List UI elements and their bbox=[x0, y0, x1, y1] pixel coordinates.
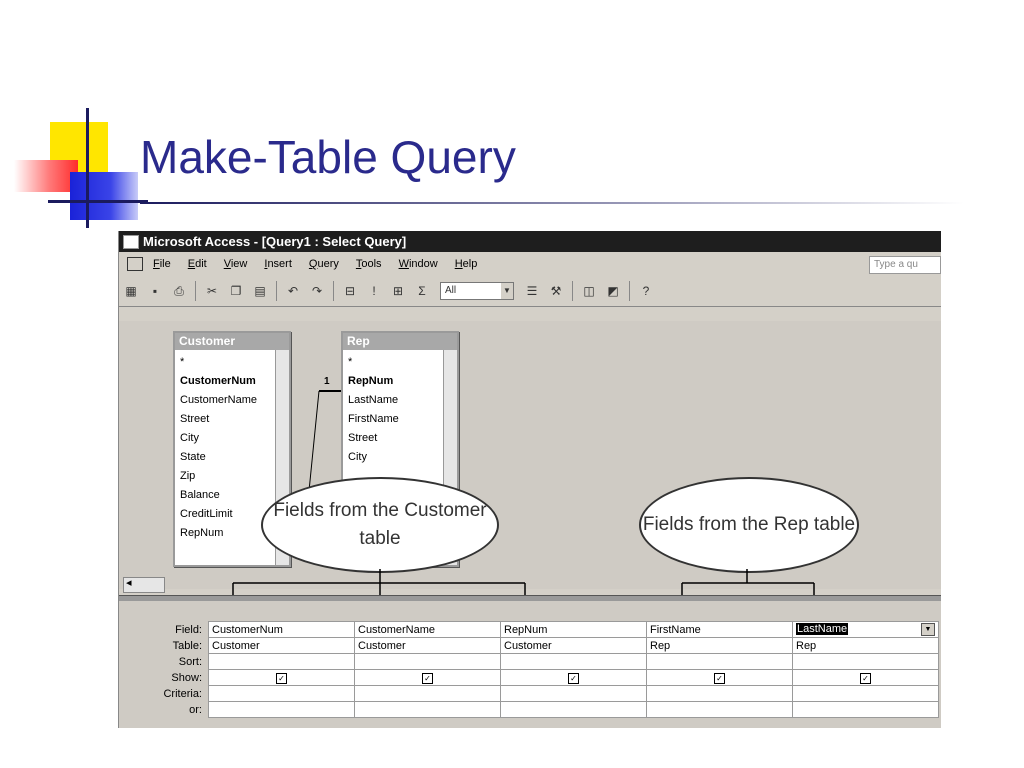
grid-cell-sort[interactable] bbox=[354, 653, 501, 670]
grid-cell-show: ✓ bbox=[208, 669, 355, 686]
grid-cell-show: ✓ bbox=[646, 669, 793, 686]
grid-cell-criteria[interactable] bbox=[208, 685, 355, 702]
grid-row-or: or: bbox=[119, 701, 939, 718]
slide-deco-red-bar bbox=[14, 160, 78, 192]
grid-cell-field[interactable]: RepNum bbox=[500, 621, 647, 638]
title-underline bbox=[140, 202, 964, 204]
grid-cell-or[interactable] bbox=[354, 701, 501, 718]
grid-cell-field[interactable]: CustomerNum bbox=[208, 621, 355, 638]
grid-cell-table[interactable]: Customer bbox=[208, 637, 355, 654]
grid-cell-table[interactable]: Rep bbox=[792, 637, 939, 654]
slide-title: Make-Table Query bbox=[140, 131, 516, 183]
show-checkbox[interactable]: ✓ bbox=[860, 672, 871, 684]
grid-cell-criteria[interactable] bbox=[354, 685, 501, 702]
grid-cell-or[interactable] bbox=[792, 701, 939, 718]
grid-cell-sort[interactable] bbox=[208, 653, 355, 670]
chevron-down-icon[interactable]: ▼ bbox=[921, 623, 935, 636]
show-checkbox[interactable]: ✓ bbox=[422, 672, 433, 684]
slide-deco-blue-square bbox=[70, 172, 138, 220]
row-label-show: Show: bbox=[119, 669, 209, 686]
grid-cell-or[interactable] bbox=[646, 701, 793, 718]
grid-cell-table[interactable]: Rep bbox=[646, 637, 793, 654]
grid-cell-or[interactable] bbox=[500, 701, 647, 718]
grid-row-field: Field: CustomerNum CustomerName RepNum F… bbox=[119, 621, 939, 638]
show-checkbox[interactable]: ✓ bbox=[714, 672, 725, 684]
grid-cell-show: ✓ bbox=[354, 669, 501, 686]
grid-cell-table[interactable]: Customer bbox=[500, 637, 647, 654]
grid-cell-sort[interactable] bbox=[500, 653, 647, 670]
slide-deco-vertical-line bbox=[86, 108, 89, 228]
grid-cell-field[interactable]: CustomerName bbox=[354, 621, 501, 638]
row-label-or: or: bbox=[119, 701, 209, 718]
grid-row-table: Table: Customer Customer Customer Rep Re… bbox=[119, 637, 939, 654]
grid-cell-criteria[interactable] bbox=[646, 685, 793, 702]
grid-cell-field[interactable]: FirstName bbox=[646, 621, 793, 638]
grid-cell-criteria[interactable] bbox=[792, 685, 939, 702]
grid-cell-field-selected[interactable]: LastName ▼ bbox=[792, 621, 939, 638]
grid-row-show: Show: ✓ ✓ ✓ ✓ ✓ bbox=[119, 669, 939, 686]
access-window: Microsoft Access - [Query1 : Select Quer… bbox=[118, 231, 941, 728]
row-label-sort: Sort: bbox=[119, 653, 209, 670]
grid-cell-show: ✓ bbox=[500, 669, 647, 686]
show-checkbox[interactable]: ✓ bbox=[568, 672, 579, 684]
selected-field-value: LastName bbox=[796, 623, 849, 635]
grid-cell-table[interactable]: Customer bbox=[354, 637, 501, 654]
grid-cell-or[interactable] bbox=[208, 701, 355, 718]
grid-cell-sort[interactable] bbox=[646, 653, 793, 670]
grid-cell-sort[interactable] bbox=[792, 653, 939, 670]
row-label-table: Table: bbox=[119, 637, 209, 654]
grid-row-criteria: Criteria: bbox=[119, 685, 939, 702]
row-label-field: Field: bbox=[119, 621, 209, 638]
grid-row-sort: Sort: bbox=[119, 653, 939, 670]
slide-deco-horizontal-line bbox=[48, 200, 148, 203]
row-label-criteria: Criteria: bbox=[119, 685, 209, 702]
query-design-grid: Field: CustomerNum CustomerName RepNum F… bbox=[119, 621, 939, 718]
show-checkbox[interactable]: ✓ bbox=[276, 672, 287, 684]
design-grid-area: Field: CustomerNum CustomerName RepNum F… bbox=[119, 601, 941, 728]
grid-cell-show: ✓ bbox=[792, 669, 939, 686]
grid-cell-criteria[interactable] bbox=[500, 685, 647, 702]
